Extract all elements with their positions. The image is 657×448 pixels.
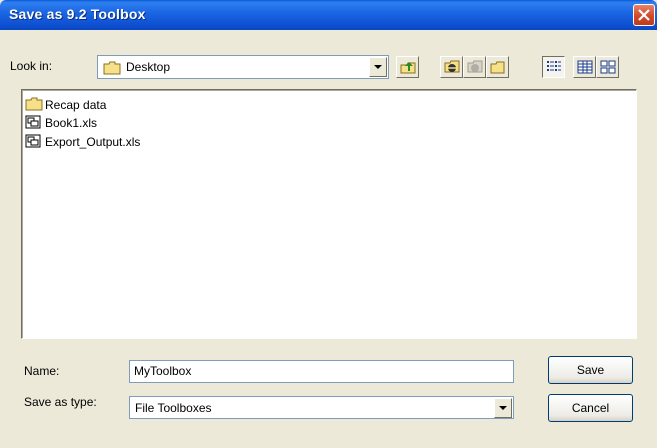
lookin-dropdown-button[interactable]	[369, 57, 387, 77]
connect-folder-icon	[444, 60, 460, 73]
list-item[interactable]: Book1.xls	[25, 114, 97, 132]
save-as-type-dropdown-button[interactable]	[494, 398, 512, 418]
details-view-button[interactable]	[573, 56, 596, 78]
close-button[interactable]	[633, 4, 655, 26]
up-one-level-button[interactable]	[396, 56, 419, 78]
chevron-down-icon	[374, 65, 382, 69]
file-list[interactable]: Recap data Book1.xls Export_Output.xls	[21, 89, 637, 339]
save-as-type-label: Save as type:	[24, 395, 97, 409]
file-name: Export_Output.xls	[45, 135, 141, 149]
details-view-icon	[577, 60, 593, 74]
new-folder-icon	[490, 61, 505, 74]
disconnect-folder-icon	[467, 60, 483, 73]
folder-icon	[103, 61, 121, 75]
name-input[interactable]: MyToolbox	[129, 360, 514, 383]
lookin-label: Look in:	[10, 59, 53, 73]
save-as-type-value: File Toolboxes	[135, 401, 212, 415]
save-dialog: Save as 9.2 Toolbox Look in: Desktop Rec…	[0, 0, 657, 448]
list-item[interactable]: Export_Output.xls	[25, 133, 140, 151]
save-button[interactable]: Save	[548, 356, 633, 384]
file-icon	[25, 115, 43, 131]
file-name: Recap data	[45, 98, 107, 112]
file-icon	[25, 134, 43, 150]
new-folder-button[interactable]	[486, 56, 509, 78]
list-item[interactable]: Recap data	[25, 96, 106, 114]
thumbnails-view-icon	[600, 60, 616, 74]
dialog-title: Save as 9.2 Toolbox	[9, 6, 146, 22]
close-icon	[638, 9, 650, 21]
lookin-value: Desktop	[126, 60, 171, 74]
name-label: Name:	[24, 364, 60, 378]
disconnect-folder-button[interactable]	[463, 56, 486, 78]
title-bar[interactable]: Save as 9.2 Toolbox	[0, 0, 657, 30]
folder-icon	[25, 97, 43, 113]
list-view-icon	[547, 61, 561, 71]
save-as-type-combo[interactable]: File Toolboxes	[129, 396, 514, 419]
lookin-combo[interactable]: Desktop	[97, 55, 389, 79]
thumbnails-view-button[interactable]	[596, 56, 619, 78]
file-name: Book1.xls	[45, 116, 98, 130]
list-view-button[interactable]	[542, 56, 565, 78]
up-one-level-icon	[400, 62, 416, 74]
chevron-down-icon	[499, 406, 507, 410]
connect-folder-button[interactable]	[440, 56, 463, 78]
cancel-button[interactable]: Cancel	[548, 394, 633, 422]
